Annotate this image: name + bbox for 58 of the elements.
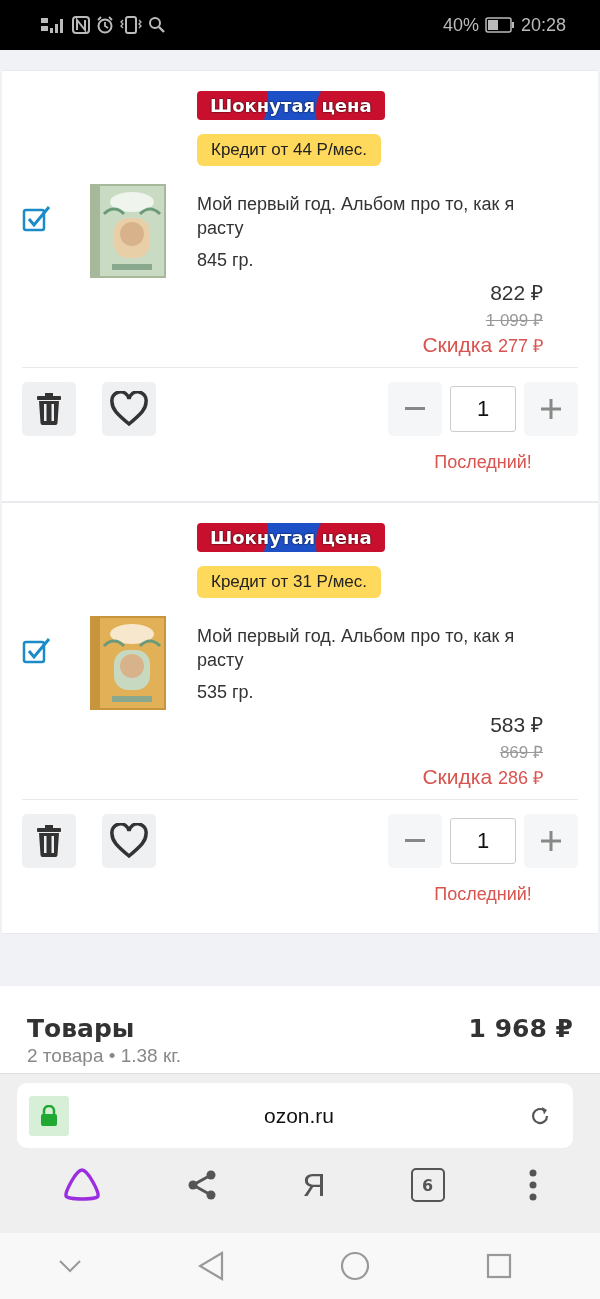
minus-icon — [405, 839, 425, 843]
summary-details: 2 товара • 1.38 кг. — [27, 1045, 183, 1067]
summary-title: Товары — [27, 1014, 135, 1043]
signal-icon — [40, 16, 66, 34]
decrease-button[interactable] — [388, 382, 442, 436]
quantity-field[interactable]: 1 — [450, 386, 516, 432]
heart-icon — [109, 391, 149, 427]
credit-badge: Кредит от 44 Р/мес. — [197, 134, 381, 166]
home-icon[interactable] — [340, 1251, 370, 1281]
product-title[interactable]: Мой первый год. Альбом про то, как я расту — [197, 192, 522, 240]
stock-note: Последний! — [434, 452, 532, 473]
old-price: 1 099 ₽ — [485, 310, 543, 331]
price: 822 ₽ — [490, 280, 543, 306]
increase-button[interactable] — [524, 814, 578, 868]
url-text: ozon.ru — [262, 1103, 335, 1128]
credit-badge: Кредит от 31 Р/мес. — [197, 566, 381, 598]
battery-percent: 40% — [442, 14, 479, 36]
heart-icon — [109, 823, 149, 859]
recents-icon[interactable] — [486, 1253, 512, 1279]
assistant-icon[interactable] — [62, 1167, 103, 1203]
more-icon[interactable] — [529, 1169, 538, 1201]
discount-text: Скидка 286 ₽ — [422, 765, 543, 789]
increase-button[interactable] — [524, 382, 578, 436]
quantity-field[interactable]: 1 — [450, 818, 516, 864]
nfc-icon — [72, 16, 90, 34]
vibrate-icon — [120, 16, 142, 34]
share-icon[interactable] — [187, 1169, 218, 1201]
decrease-button[interactable] — [388, 814, 442, 868]
checkbox[interactable] — [22, 204, 52, 234]
delete-button[interactable] — [22, 814, 76, 868]
back-icon[interactable] — [198, 1251, 224, 1281]
old-price: 869 ₽ — [499, 742, 543, 763]
alarm-icon — [96, 16, 114, 34]
address-bar[interactable]: ozon.ru — [17, 1083, 573, 1148]
minus-icon — [405, 407, 425, 411]
price: 583 ₽ — [490, 712, 543, 738]
tabs-button[interactable]: 6 — [410, 1168, 445, 1202]
trash-icon — [36, 393, 62, 425]
product-title[interactable]: Мой первый год. Альбом про то, как я расту — [197, 624, 522, 672]
product-weight: 845 гр. — [197, 250, 255, 271]
checkbox[interactable] — [22, 636, 52, 666]
yandex-logo[interactable]: Я — [302, 1166, 326, 1204]
delete-button[interactable] — [22, 382, 76, 436]
clock: 20:28 — [520, 14, 566, 36]
favorite-button[interactable] — [102, 814, 156, 868]
trash-icon — [36, 825, 62, 857]
stock-note: Последний! — [434, 884, 532, 905]
collapse-icon[interactable] — [58, 1259, 82, 1273]
reload-icon[interactable] — [529, 1104, 551, 1127]
plus-icon — [541, 831, 561, 851]
summary-total: 1 968 ₽ — [468, 1014, 573, 1043]
favorite-button[interactable] — [102, 382, 156, 436]
search-icon — [148, 16, 166, 34]
discount-text: Скидка 277 ₽ — [422, 333, 543, 357]
battery-icon — [484, 17, 515, 33]
product-weight: 535 гр. — [197, 682, 255, 703]
lock-icon — [40, 1104, 58, 1127]
plus-icon — [541, 399, 561, 419]
